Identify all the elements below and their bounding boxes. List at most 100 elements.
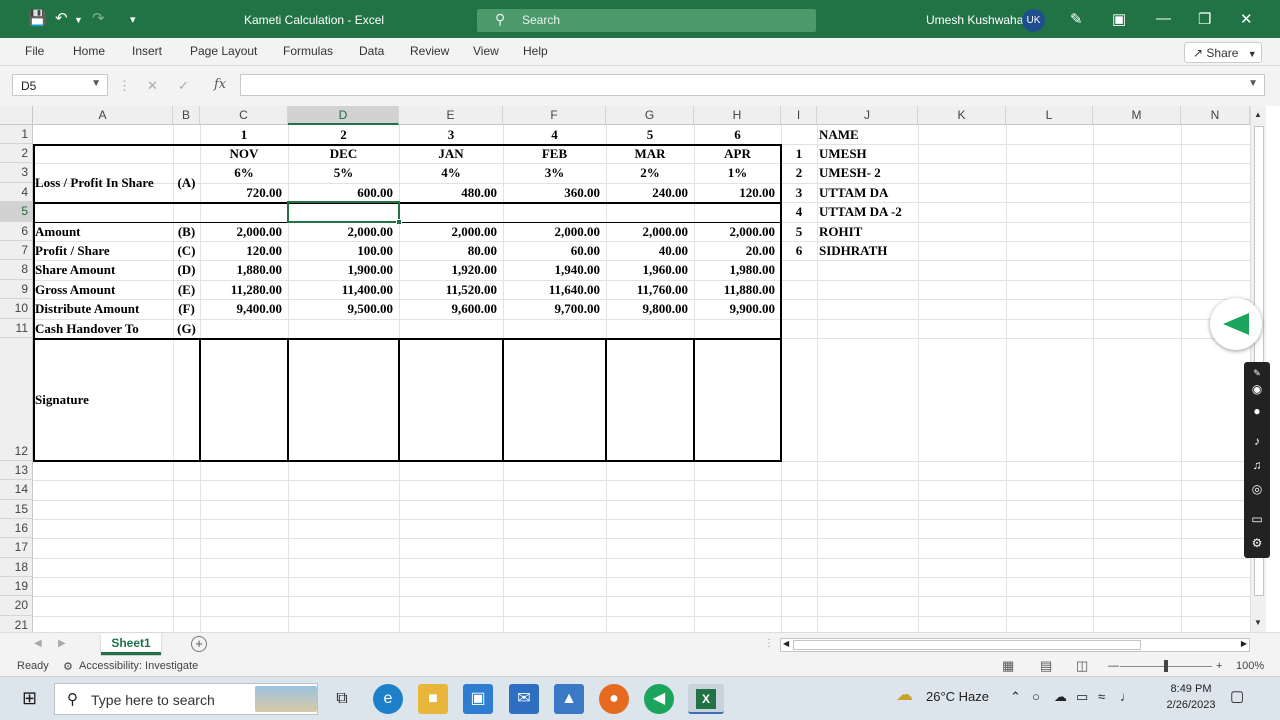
task-view-icon[interactable]: ⧉ <box>327 684 357 714</box>
row-header-11[interactable]: 11 <box>0 319 33 338</box>
insert-function-icon[interactable]: fx <box>214 77 226 92</box>
screen-icon[interactable]: ▭ <box>1249 512 1265 526</box>
wifi-icon[interactable]: ≈ <box>1098 689 1105 704</box>
row-header-10[interactable]: 10 <box>0 299 33 319</box>
minimize-icon[interactable]: — <box>1156 10 1171 27</box>
tab-view[interactable]: View <box>473 44 499 58</box>
autosave-icon[interactable]: 💾 <box>28 9 47 27</box>
row-header-3[interactable]: 3 <box>0 163 33 183</box>
tab-home[interactable]: Home <box>73 44 105 58</box>
scroll-left-icon[interactable]: ◀ <box>783 639 789 648</box>
name-box[interactable]: D5 ▼ <box>12 74 108 96</box>
selected-cell[interactable] <box>287 201 402 225</box>
windows-start-icon[interactable]: ⊞ <box>22 688 37 709</box>
zoom-slider-knob[interactable] <box>1164 660 1168 672</box>
page-layout-view-icon[interactable]: ▤ <box>1040 658 1052 674</box>
spreadsheet-grid[interactable]: A B C D E F G H I J K L M N 1 2 3 4 5 6 7 8 9 10 11 12 13 14 15 16 17 1… <box>0 106 1250 632</box>
column-header-a[interactable]: A <box>33 106 173 125</box>
column-header-b[interactable]: B <box>173 106 200 125</box>
avatar[interactable]: UK <box>1022 9 1045 32</box>
scroll-right-icon[interactable]: ▶ <box>1241 639 1247 648</box>
mail-icon[interactable]: ✉ <box>509 684 539 714</box>
add-sheet-icon[interactable]: + <box>191 636 207 652</box>
column-header-f[interactable]: F <box>503 106 606 125</box>
file-explorer-icon[interactable]: ■ <box>418 684 448 714</box>
tab-page-layout[interactable]: Page Layout <box>190 44 257 58</box>
expand-formula-icon[interactable]: ▼ <box>1248 78 1258 89</box>
undo-icon[interactable]: ↶ <box>55 9 68 27</box>
row-header-4[interactable]: 4 <box>0 183 33 202</box>
row-header-18[interactable]: 18 <box>0 558 33 577</box>
zoom-level[interactable]: 100% <box>1236 660 1264 672</box>
store-icon[interactable]: ▣ <box>463 684 493 714</box>
tab-insert[interactable]: Insert <box>132 44 162 58</box>
tab-data[interactable]: Data <box>359 44 384 58</box>
fill-handle[interactable] <box>396 219 402 225</box>
row-header-12[interactable]: 12 <box>0 338 33 461</box>
column-header-d[interactable]: D <box>288 106 399 125</box>
row-header-6[interactable]: 6 <box>0 222 33 241</box>
normal-view-icon[interactable]: ▦ <box>1002 658 1014 674</box>
tab-review[interactable]: Review <box>410 44 449 58</box>
user-name[interactable]: Umesh Kushwaha <box>926 13 1023 27</box>
row-header-5[interactable]: 5 <box>0 202 33 222</box>
scroll-up-icon[interactable]: ▲ <box>1254 110 1262 119</box>
enter-icon[interactable]: ✓ <box>178 78 189 94</box>
row-header-17[interactable]: 17 <box>0 538 33 558</box>
page-break-view-icon[interactable]: ◫ <box>1076 658 1088 674</box>
row-header-15[interactable]: 15 <box>0 500 33 519</box>
record-icon[interactable]: ● <box>1249 404 1265 418</box>
screen-recorder-button[interactable] <box>1210 298 1262 350</box>
customize-toolbar-icon[interactable]: ▾ <box>130 13 136 26</box>
row-header-13[interactable]: 13 <box>0 461 33 480</box>
tab-help[interactable]: Help <box>523 44 548 58</box>
column-header-h[interactable]: H <box>694 106 781 125</box>
zoom-out-icon[interactable]: — <box>1108 660 1119 672</box>
chevron-up-icon[interactable]: ⌃ <box>1010 689 1021 705</box>
volume-icon[interactable]: ♩ <box>1120 689 1133 704</box>
row-header-1[interactable]: 1 <box>0 125 33 144</box>
column-header-g[interactable]: G <box>606 106 694 125</box>
webcam-icon[interactable]: ◎ <box>1249 482 1265 496</box>
row-header-7[interactable]: 7 <box>0 241 33 260</box>
speaker-icon[interactable]: ♫ <box>1249 458 1265 472</box>
formula-input[interactable]: ▼ <box>240 74 1265 96</box>
hscroll-thumb[interactable] <box>793 640 1141 650</box>
microphone-icon[interactable]: ♪ <box>1249 434 1265 448</box>
pen-tool-icon[interactable]: ✎ <box>1249 368 1265 382</box>
tab-file[interactable]: File <box>25 44 44 58</box>
chevron-down-icon[interactable]: ▼ <box>91 78 101 89</box>
accessibility-status[interactable]: Accessibility: Investigate <box>79 660 198 672</box>
undo-dropdown-icon[interactable]: ▼ <box>74 15 83 25</box>
row-header-2[interactable]: 2 <box>0 144 33 163</box>
cancel-icon[interactable]: ✕ <box>147 78 158 94</box>
zoom-in-icon[interactable]: + <box>1216 660 1222 672</box>
pen-icon[interactable]: ✎ <box>1070 10 1083 28</box>
column-header-l[interactable]: L <box>1006 106 1093 125</box>
sheet-tab-sheet1[interactable]: Sheet1 <box>101 633 161 655</box>
column-header-c[interactable]: C <box>200 106 288 125</box>
clock[interactable]: 8:49 PM 2/26/2023 <box>1162 681 1220 713</box>
battery-icon[interactable]: ▭ <box>1076 689 1088 705</box>
row-header-14[interactable]: 14 <box>0 480 33 500</box>
scroll-down-icon[interactable]: ▼ <box>1254 618 1262 627</box>
firefox-icon[interactable]: ● <box>599 684 629 714</box>
search-box[interactable]: ⚲ Search <box>477 9 816 32</box>
weather-icon[interactable]: ☁ <box>896 685 913 705</box>
meet-icon[interactable]: ○ <box>1032 689 1040 704</box>
app-icon[interactable]: ▲ <box>554 684 584 714</box>
row-header-19[interactable]: 19 <box>0 577 33 596</box>
prev-sheet-icon[interactable]: ◀ <box>34 638 42 649</box>
camera-icon[interactable]: ◉ <box>1249 382 1265 396</box>
row-header-20[interactable]: 20 <box>0 596 33 616</box>
select-all-corner[interactable] <box>0 106 33 125</box>
column-header-j[interactable]: J <box>817 106 918 125</box>
redo-icon[interactable]: ↷ <box>92 9 105 27</box>
tab-split-icon[interactable]: ⋮ <box>764 638 774 649</box>
column-header-n[interactable]: N <box>1181 106 1250 125</box>
column-header-m[interactable]: M <box>1093 106 1181 125</box>
tab-formulas[interactable]: Formulas <box>283 44 333 58</box>
next-sheet-icon[interactable]: ▶ <box>58 638 66 649</box>
row-header-8[interactable]: 8 <box>0 260 33 280</box>
row-header-21[interactable]: 21 <box>0 616 33 632</box>
